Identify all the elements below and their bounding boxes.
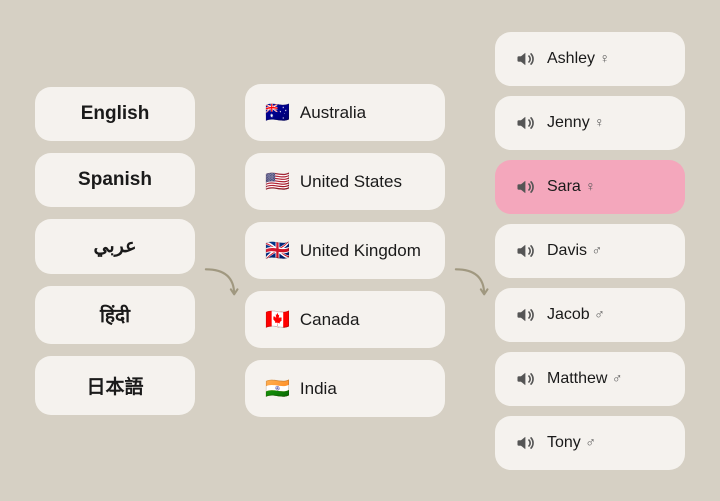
speaker-icon bbox=[515, 240, 537, 262]
voice-item-ashley[interactable]: Ashley ♀ bbox=[495, 32, 685, 86]
voice-label: Tony ♂ bbox=[547, 434, 596, 452]
voice-item-matthew[interactable]: Matthew ♂ bbox=[495, 352, 685, 406]
voice-gender: ♀ bbox=[594, 114, 605, 130]
voice-gender: ♀ bbox=[585, 178, 596, 194]
voice-gender: ♀ bbox=[599, 50, 610, 66]
language-item-hindi[interactable]: हिंदी bbox=[35, 286, 195, 344]
country-item-canada[interactable]: 🇨🇦 Canada bbox=[245, 291, 445, 348]
language-label: 日本語 bbox=[86, 372, 143, 399]
language-item-english[interactable]: English bbox=[35, 87, 195, 141]
country-flag: 🇦🇺 bbox=[265, 100, 290, 125]
voice-label: Ashley ♀ bbox=[547, 50, 610, 68]
voice-item-tony[interactable]: Tony ♂ bbox=[495, 416, 685, 470]
country-label: India bbox=[300, 379, 337, 399]
voice-item-sara[interactable]: Sara ♀ bbox=[495, 160, 685, 214]
arrow-1 bbox=[195, 261, 245, 301]
country-flag: 🇬🇧 bbox=[265, 238, 290, 263]
country-label: United Kingdom bbox=[300, 241, 421, 261]
country-item-australia[interactable]: 🇦🇺 Australia bbox=[245, 84, 445, 141]
country-item-us[interactable]: 🇺🇸 United States bbox=[245, 153, 445, 210]
country-label: Canada bbox=[300, 310, 360, 330]
voice-label: Jenny ♀ bbox=[547, 114, 605, 132]
voice-gender: ♂ bbox=[591, 242, 602, 258]
voice-label: Davis ♂ bbox=[547, 242, 602, 260]
speaker-icon bbox=[515, 304, 537, 326]
voice-label: Matthew ♂ bbox=[547, 370, 622, 388]
country-item-uk[interactable]: 🇬🇧 United Kingdom bbox=[245, 222, 445, 279]
language-item-arabic[interactable]: عربي bbox=[35, 219, 195, 274]
country-flag: 🇺🇸 bbox=[265, 169, 290, 194]
country-flag: 🇮🇳 bbox=[265, 376, 290, 401]
speaker-icon bbox=[515, 368, 537, 390]
speaker-icon bbox=[515, 112, 537, 134]
voice-gender: ♂ bbox=[612, 370, 623, 386]
voice-gender: ♂ bbox=[594, 306, 605, 322]
country-flag: 🇨🇦 bbox=[265, 307, 290, 332]
voices-column: Ashley ♀ Jenny ♀ Sara ♀ Davis ♂ bbox=[495, 32, 685, 470]
voice-label: Jacob ♂ bbox=[547, 306, 605, 324]
voice-item-davis[interactable]: Davis ♂ bbox=[495, 224, 685, 278]
speaker-icon bbox=[515, 432, 537, 454]
country-label: Australia bbox=[300, 103, 366, 123]
speaker-icon bbox=[515, 48, 537, 70]
speaker-icon bbox=[515, 176, 537, 198]
language-label: Spanish bbox=[78, 169, 152, 191]
language-label: हिंदी bbox=[100, 302, 130, 328]
voice-label: Sara ♀ bbox=[547, 178, 596, 196]
country-label: United States bbox=[300, 172, 402, 192]
languages-column: English Spanish عربي हिंदी 日本語 bbox=[35, 87, 195, 415]
countries-column: 🇦🇺 Australia 🇺🇸 United States 🇬🇧 United … bbox=[245, 84, 445, 417]
main-container: English Spanish عربي हिंदी 日本語 🇦🇺 Australia … bbox=[0, 0, 720, 501]
language-item-japanese[interactable]: 日本語 bbox=[35, 356, 195, 415]
language-label: English bbox=[81, 103, 150, 125]
voice-item-jacob[interactable]: Jacob ♂ bbox=[495, 288, 685, 342]
language-item-spanish[interactable]: Spanish bbox=[35, 153, 195, 207]
country-item-india[interactable]: 🇮🇳 India bbox=[245, 360, 445, 417]
voice-gender: ♂ bbox=[585, 434, 596, 450]
arrow-2 bbox=[445, 261, 495, 301]
voice-item-jenny[interactable]: Jenny ♀ bbox=[495, 96, 685, 150]
language-label: عربي bbox=[94, 235, 137, 258]
